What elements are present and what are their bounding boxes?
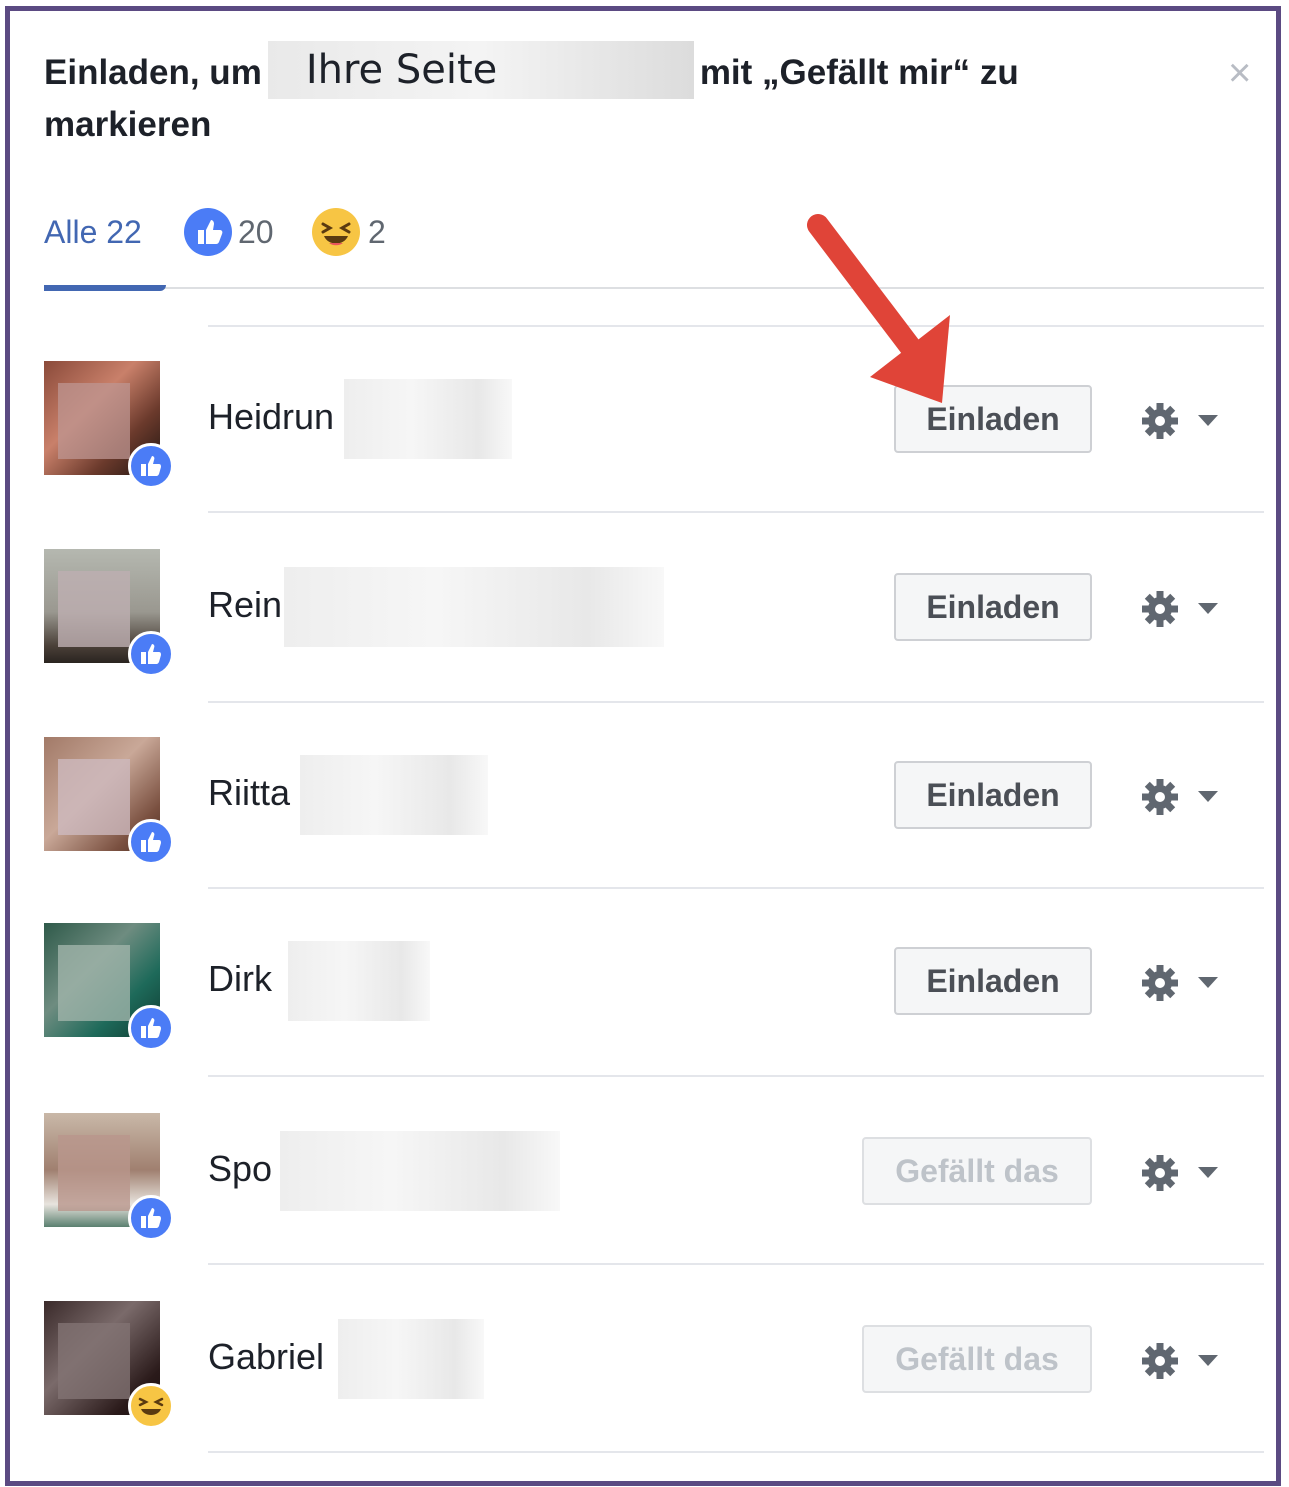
person-row: Gabriel Gefällt das bbox=[44, 1301, 1264, 1487]
title-redacted-page-name: Ihre Seite bbox=[267, 40, 694, 99]
redacted-surname bbox=[284, 567, 664, 647]
redacted-surname bbox=[338, 1319, 484, 1399]
invite-dialog: Einladen, um Ihre Seite mit „Gefällt mir“ … bbox=[5, 6, 1281, 1486]
person-row: Riitta Einladen bbox=[44, 737, 1264, 923]
caret-down-icon bbox=[1198, 791, 1218, 802]
invite-button[interactable]: Einladen bbox=[894, 947, 1092, 1015]
row-divider bbox=[208, 325, 1264, 327]
gear-icon bbox=[1142, 591, 1218, 627]
person-name[interactable]: Spo bbox=[208, 1139, 272, 1199]
gear-icon bbox=[1142, 779, 1218, 815]
tab-all[interactable]: Alle 22 bbox=[44, 207, 142, 257]
gear-icon bbox=[1142, 1343, 1218, 1379]
row-divider bbox=[208, 887, 1264, 889]
row-divider bbox=[208, 1451, 1264, 1453]
settings-menu[interactable] bbox=[1140, 399, 1230, 443]
invite-button[interactable]: Einladen bbox=[894, 385, 1092, 453]
caret-down-icon bbox=[1198, 603, 1218, 614]
invite-button[interactable]: Einladen bbox=[894, 573, 1092, 641]
liked-status-button: Gefällt das bbox=[862, 1137, 1092, 1205]
row-divider bbox=[208, 701, 1264, 703]
tab-haha-count: 2 bbox=[368, 214, 386, 250]
redacted-surname bbox=[300, 755, 488, 835]
person-name[interactable]: Heidrun bbox=[208, 387, 334, 447]
caret-down-icon bbox=[1198, 1167, 1218, 1178]
thumbs-up-icon bbox=[128, 1195, 174, 1241]
caret-down-icon bbox=[1198, 977, 1218, 988]
tab-active-indicator bbox=[44, 285, 166, 291]
row-divider bbox=[208, 1263, 1264, 1265]
tab-haha[interactable]: 2 bbox=[312, 207, 386, 257]
thumbs-up-icon bbox=[128, 1005, 174, 1051]
laughing-emoji-icon bbox=[128, 1383, 174, 1429]
liked-status-button: Gefällt das bbox=[862, 1325, 1092, 1393]
caret-down-icon bbox=[1198, 1355, 1218, 1366]
dialog-title: Einladen, um Ihre Seite mit „Gefällt mir“ … bbox=[44, 40, 1124, 151]
redacted-surname bbox=[344, 379, 512, 459]
person-name[interactable]: Riitta bbox=[208, 763, 290, 823]
redacted-surname bbox=[288, 941, 430, 1021]
person-name[interactable]: Dirk bbox=[208, 949, 272, 1009]
settings-menu[interactable] bbox=[1140, 1339, 1230, 1383]
row-divider bbox=[208, 511, 1264, 513]
redacted-surname bbox=[280, 1131, 560, 1211]
tab-like[interactable]: 20 bbox=[184, 207, 274, 257]
title-redacted-label: Ihre Seite bbox=[305, 46, 498, 93]
tab-like-count: 20 bbox=[238, 214, 274, 250]
gear-icon bbox=[1142, 403, 1218, 439]
person-row: Spo Gefällt das bbox=[44, 1113, 1264, 1299]
thumbs-up-icon bbox=[128, 443, 174, 489]
row-divider bbox=[208, 1075, 1264, 1077]
tab-divider bbox=[44, 287, 1264, 289]
gear-icon bbox=[1142, 965, 1218, 1001]
thumbs-up-icon bbox=[184, 208, 232, 256]
settings-menu[interactable] bbox=[1140, 961, 1230, 1005]
person-row: Rein Einladen bbox=[44, 549, 1264, 735]
person-row: Dirk Einladen bbox=[44, 923, 1264, 1109]
invite-button[interactable]: Einladen bbox=[894, 761, 1092, 829]
thumbs-up-icon bbox=[128, 631, 174, 677]
laughing-emoji-icon bbox=[312, 208, 360, 256]
person-name[interactable]: Gabriel bbox=[208, 1327, 324, 1387]
gear-icon bbox=[1142, 1155, 1218, 1191]
settings-menu[interactable] bbox=[1140, 587, 1230, 631]
tab-all-label: Alle 22 bbox=[44, 214, 142, 250]
person-name[interactable]: Rein bbox=[208, 575, 282, 635]
title-text-before: Einladen, um bbox=[44, 53, 262, 92]
close-icon[interactable]: × bbox=[1228, 53, 1251, 93]
person-row: Heidrun Einladen bbox=[44, 361, 1264, 547]
settings-menu[interactable] bbox=[1140, 1151, 1230, 1195]
thumbs-up-icon bbox=[128, 819, 174, 865]
caret-down-icon bbox=[1198, 415, 1218, 426]
settings-menu[interactable] bbox=[1140, 775, 1230, 819]
